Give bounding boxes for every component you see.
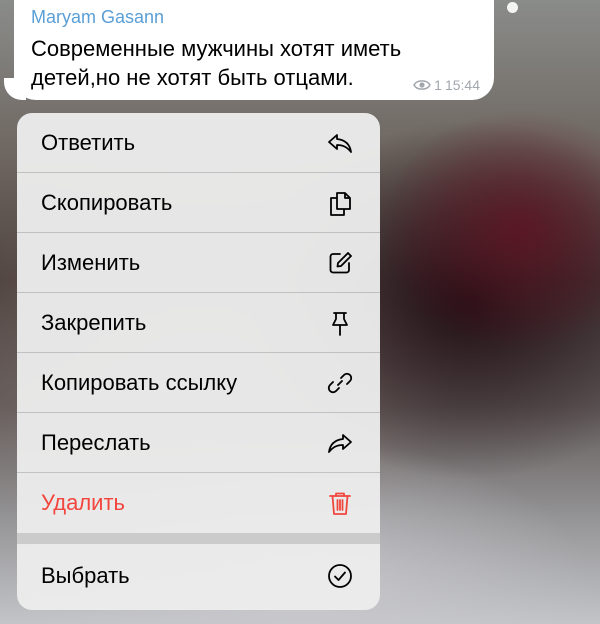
edit-icon bbox=[326, 249, 354, 277]
reply-icon bbox=[326, 129, 354, 157]
menu-item-label: Закрепить bbox=[41, 309, 147, 335]
view-count: 1 bbox=[434, 77, 442, 93]
copy-icon bbox=[326, 189, 354, 217]
menu-item-select[interactable]: Выбрать bbox=[17, 544, 380, 608]
pin-icon bbox=[326, 309, 354, 337]
context-menu: Ответить Скопировать Изменить Закрепить … bbox=[17, 113, 380, 610]
select-check-icon bbox=[326, 562, 354, 590]
menu-item-reply[interactable]: Ответить bbox=[17, 113, 380, 173]
menu-item-delete[interactable]: Удалить bbox=[17, 473, 380, 533]
link-icon bbox=[326, 369, 354, 397]
trash-icon bbox=[326, 489, 354, 517]
message-meta: 1 15:44 bbox=[413, 77, 480, 93]
menu-item-forward[interactable]: Переслать bbox=[17, 413, 380, 473]
menu-item-label: Ответить bbox=[41, 129, 136, 155]
menu-item-copy-link[interactable]: Копировать ссылку bbox=[17, 353, 380, 413]
menu-item-pin[interactable]: Закрепить bbox=[17, 293, 380, 353]
forward-icon bbox=[326, 429, 354, 457]
message-time: 15:44 bbox=[444, 77, 480, 93]
menu-item-label: Удалить bbox=[41, 490, 125, 515]
menu-item-edit[interactable]: Изменить bbox=[17, 233, 380, 293]
eye-icon bbox=[413, 79, 432, 91]
message-bubble[interactable]: Maryam Gasann Современные мужчины хотят … bbox=[14, 0, 494, 100]
menu-item-label: Выбрать bbox=[41, 563, 130, 588]
sender-name[interactable]: Maryam Gasann bbox=[31, 6, 476, 28]
menu-item-label: Изменить bbox=[41, 249, 141, 275]
menu-item-label: Копировать ссылку bbox=[41, 369, 238, 395]
message-text: Современные мужчины хотят иметь детей,но… bbox=[31, 36, 402, 90]
background-dot bbox=[507, 2, 518, 13]
menu-item-label: Скопировать bbox=[41, 189, 173, 215]
menu-item-label: Переслать bbox=[41, 429, 151, 455]
menu-item-copy[interactable]: Скопировать bbox=[17, 173, 380, 233]
menu-separator bbox=[17, 533, 380, 544]
